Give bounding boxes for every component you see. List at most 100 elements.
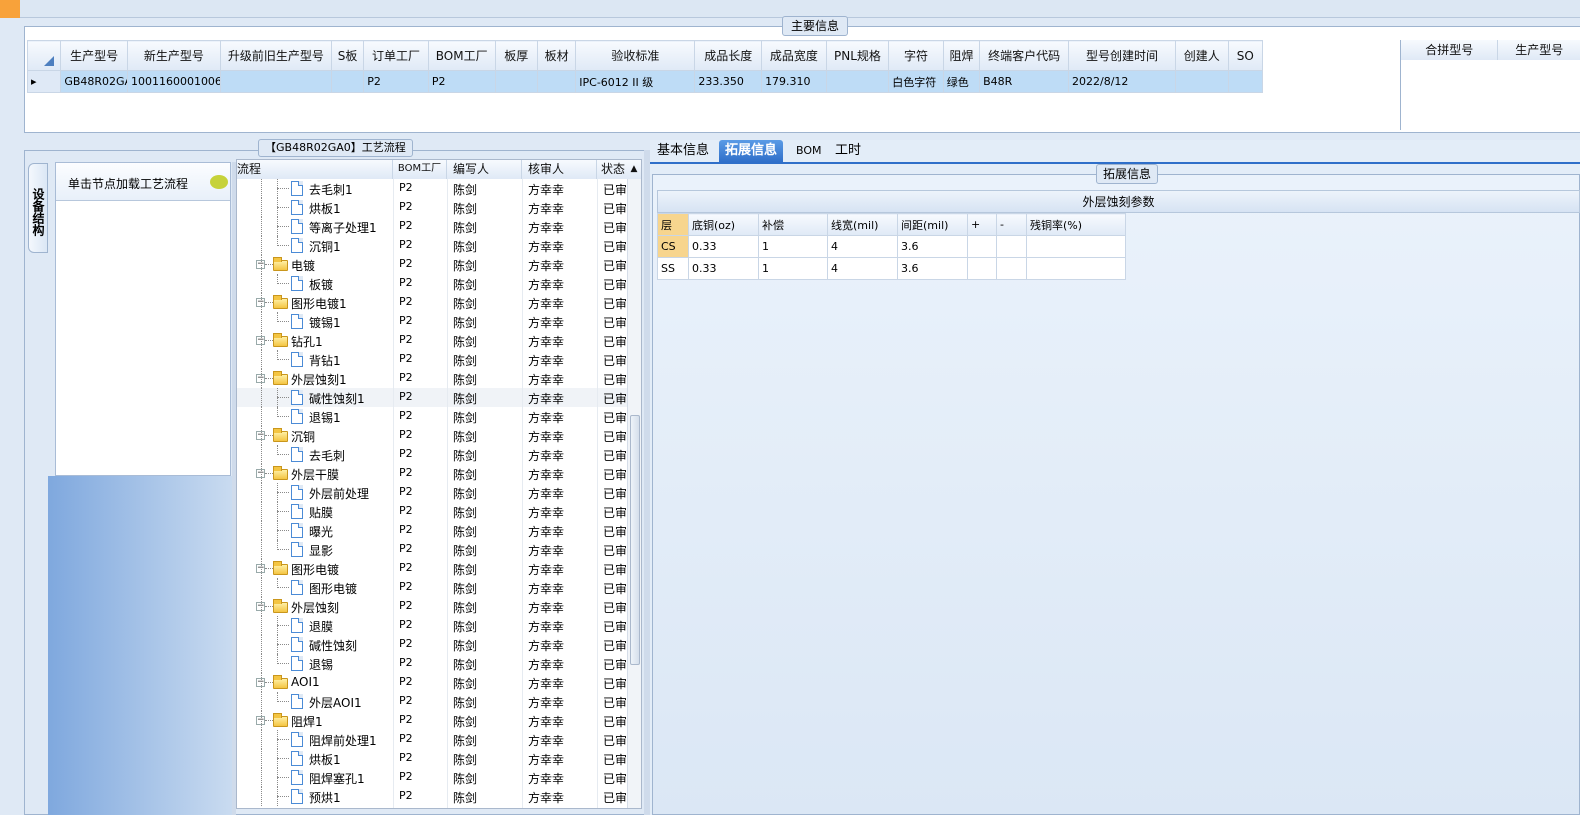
tree-row[interactable]: 碱性蚀刻1 P2 陈剑 方幸幸 已审 bbox=[237, 388, 629, 407]
tree-row[interactable]: 显影 P2 陈剑 方幸幸 已审 bbox=[237, 540, 629, 559]
tree-row[interactable]: − 外层蚀刻1 P2 陈剑 方幸幸 已审 bbox=[237, 369, 629, 388]
main-cell-14[interactable]: B48R bbox=[979, 70, 1069, 93]
col-header-main-16[interactable]: 创建人 bbox=[1175, 40, 1229, 71]
main-cell-10[interactable]: 179.310 bbox=[761, 70, 827, 93]
etch-col-header-3[interactable]: 线宽(mil) bbox=[827, 213, 898, 236]
tree-row[interactable]: − 外层蚀刻 P2 陈剑 方幸幸 已审 bbox=[237, 597, 629, 616]
tree-row[interactable]: 镀锡1 P2 陈剑 方幸幸 已审 bbox=[237, 312, 629, 331]
etch-cell[interactable]: 0.33 bbox=[688, 235, 759, 258]
row-header-corner[interactable] bbox=[27, 40, 62, 71]
tree-row[interactable]: 板镀 P2 陈剑 方幸幸 已审 bbox=[237, 274, 629, 293]
tree-row[interactable]: 烘板1 P2 陈剑 方幸幸 已审 bbox=[237, 749, 629, 768]
side-tab-device-structure[interactable]: 设备结构 bbox=[28, 163, 48, 253]
etch-col-header-2[interactable]: 补偿 bbox=[758, 213, 828, 236]
tree-row[interactable]: − 沉铜 P2 陈剑 方幸幸 已审 bbox=[237, 426, 629, 445]
tree-row[interactable]: 图形电镀 P2 陈剑 方幸幸 已审 bbox=[237, 578, 629, 597]
col-header-main-17[interactable]: SO bbox=[1227, 40, 1264, 71]
col-header-main-13[interactable]: 阻焊 bbox=[942, 40, 981, 71]
col-header-main-6[interactable]: 板厚 bbox=[494, 40, 538, 71]
tree-row[interactable]: 烘板1 P2 陈剑 方幸幸 已审 bbox=[237, 198, 629, 217]
etch-row[interactable]: SS 0.33 1 4 3.6 bbox=[657, 257, 1126, 280]
tree-row[interactable]: − 钻孔1 P2 陈剑 方幸幸 已审 bbox=[237, 331, 629, 350]
etch-cell[interactable]: 3.6 bbox=[897, 257, 968, 280]
col-header-prod-model-2[interactable]: 生产型号 bbox=[1498, 40, 1580, 60]
col-header-status[interactable]: 状态 bbox=[597, 160, 627, 179]
col-header-merge-model[interactable]: 合拼型号 bbox=[1401, 40, 1499, 60]
col-header-main-0[interactable]: 生产型号 bbox=[60, 40, 128, 71]
col-header-main-12[interactable]: 字符 bbox=[888, 40, 944, 71]
tree-row[interactable]: 沉铜1 P2 陈剑 方幸幸 已审 bbox=[237, 236, 629, 255]
main-cell-13[interactable]: 绿色 bbox=[942, 70, 981, 93]
col-header-main-11[interactable]: PNL规格 bbox=[825, 40, 890, 71]
etch-col-header-0[interactable]: 层 bbox=[657, 213, 689, 236]
tree-row[interactable]: − 电镀 P2 陈剑 方幸幸 已审 bbox=[237, 255, 629, 274]
main-cell-9[interactable]: 233.350 bbox=[694, 70, 763, 93]
etch-cell[interactable]: CS bbox=[657, 235, 689, 258]
main-cell-5[interactable]: P2 bbox=[427, 70, 496, 93]
col-header-main-1[interactable]: 新生产型号 bbox=[126, 40, 221, 71]
tab-basic-info[interactable]: 基本信息 bbox=[651, 140, 715, 162]
col-header-main-15[interactable]: 型号创建时间 bbox=[1067, 40, 1177, 71]
main-cell-3[interactable] bbox=[330, 70, 365, 93]
tree-row[interactable]: 退锡1 P2 陈剑 方幸幸 已审 bbox=[237, 407, 629, 426]
main-cell-15[interactable]: 2022/8/12 bbox=[1067, 70, 1177, 93]
main-cell-12[interactable]: 白色字符 bbox=[888, 70, 944, 93]
tree-row[interactable]: − 阻焊1 P2 陈剑 方幸幸 已审 bbox=[237, 711, 629, 730]
etch-col-header-7[interactable]: 残铜率(%) bbox=[1026, 213, 1126, 236]
main-cell-16[interactable] bbox=[1175, 70, 1229, 93]
col-header-main-3[interactable]: S板 bbox=[330, 40, 365, 71]
sort-up-icon[interactable]: ▲ bbox=[627, 160, 641, 179]
main-cell-17[interactable] bbox=[1227, 70, 1264, 93]
etch-cell[interactable] bbox=[967, 235, 997, 258]
col-header-reviewer[interactable]: 核审人 bbox=[522, 160, 597, 179]
col-header-main-8[interactable]: 验收标准 bbox=[575, 40, 696, 71]
main-cell-4[interactable]: P2 bbox=[363, 70, 429, 93]
col-header-main-4[interactable]: 订单工厂 bbox=[363, 40, 429, 71]
etch-cell[interactable]: 4 bbox=[827, 257, 898, 280]
col-header-main-7[interactable]: 板材 bbox=[536, 40, 577, 71]
tree-row[interactable]: 贴膜 P2 陈剑 方幸幸 已审 bbox=[237, 502, 629, 521]
tree-row[interactable]: 阻焊前处理1 P2 陈剑 方幸幸 已审 bbox=[237, 730, 629, 749]
tree-row[interactable]: 碱性蚀刻 P2 陈剑 方幸幸 已审 bbox=[237, 635, 629, 654]
tree-row[interactable]: 曝光 P2 陈剑 方幸幸 已审 bbox=[237, 521, 629, 540]
tree-row[interactable]: − 外层干膜 P2 陈剑 方幸幸 已审 bbox=[237, 464, 629, 483]
etch-cell[interactable]: SS bbox=[657, 257, 689, 280]
col-header-main-14[interactable]: 终端客户代码 bbox=[979, 40, 1069, 71]
tree-row[interactable]: 阻焊塞孔1 P2 陈剑 方幸幸 已审 bbox=[237, 768, 629, 787]
row-selector[interactable]: ▸ bbox=[27, 70, 62, 93]
tree-row[interactable]: 退膜 P2 陈剑 方幸幸 已审 bbox=[237, 616, 629, 635]
tree-scrollbar[interactable] bbox=[627, 179, 641, 808]
etch-cell[interactable] bbox=[1026, 235, 1126, 258]
etch-cell[interactable] bbox=[996, 257, 1027, 280]
etch-cell[interactable] bbox=[1026, 257, 1126, 280]
col-header-main-2[interactable]: 升级前旧生产型号 bbox=[219, 40, 332, 71]
col-header-process[interactable]: 流程 bbox=[237, 160, 393, 179]
tree-row[interactable]: 背钻1 P2 陈剑 方幸幸 已审 bbox=[237, 350, 629, 369]
tab-ext-info[interactable]: 拓展信息 bbox=[719, 140, 784, 162]
tree-row[interactable]: 去毛刺1 P2 陈剑 方幸幸 已审 bbox=[237, 179, 629, 198]
tree-scroll-thumb[interactable] bbox=[630, 415, 640, 665]
etch-cell[interactable]: 1 bbox=[758, 235, 828, 258]
tree-row[interactable]: 预烘1 P2 陈剑 方幸幸 已审 bbox=[237, 787, 629, 806]
etch-cell[interactable] bbox=[967, 257, 997, 280]
etch-row[interactable]: CS 0.33 1 4 3.6 bbox=[657, 235, 1126, 258]
etch-cell[interactable]: 0.33 bbox=[688, 257, 759, 280]
main-cell-0[interactable]: GB48R02GA0 bbox=[60, 70, 128, 93]
tab-bom[interactable]: BOM bbox=[790, 140, 828, 162]
col-header-main-9[interactable]: 成品长度 bbox=[694, 40, 763, 71]
main-cell-11[interactable] bbox=[825, 70, 890, 93]
tree-row[interactable]: − 图形电镀 P2 陈剑 方幸幸 已审 bbox=[237, 559, 629, 578]
col-header-bom-factory[interactable]: BOM工厂 bbox=[393, 160, 447, 179]
etch-col-header-4[interactable]: 间距(mil) bbox=[897, 213, 968, 236]
tree-row[interactable]: 外层AOI1 P2 陈剑 方幸幸 已审 bbox=[237, 692, 629, 711]
tree-row[interactable]: − AOI1 P2 陈剑 方幸幸 已审 bbox=[237, 673, 629, 692]
tree-row[interactable]: 去毛刺 P2 陈剑 方幸幸 已审 bbox=[237, 445, 629, 464]
main-cell-7[interactable] bbox=[536, 70, 577, 93]
tab-work-hours[interactable]: 工时 bbox=[829, 140, 867, 162]
etch-cell[interactable]: 3.6 bbox=[897, 235, 968, 258]
etch-cell[interactable]: 1 bbox=[758, 257, 828, 280]
etch-cell[interactable]: 4 bbox=[827, 235, 898, 258]
col-header-main-10[interactable]: 成品宽度 bbox=[761, 40, 827, 71]
etch-col-header-5[interactable]: + bbox=[967, 213, 997, 236]
col-header-main-5[interactable]: BOM工厂 bbox=[427, 40, 496, 71]
